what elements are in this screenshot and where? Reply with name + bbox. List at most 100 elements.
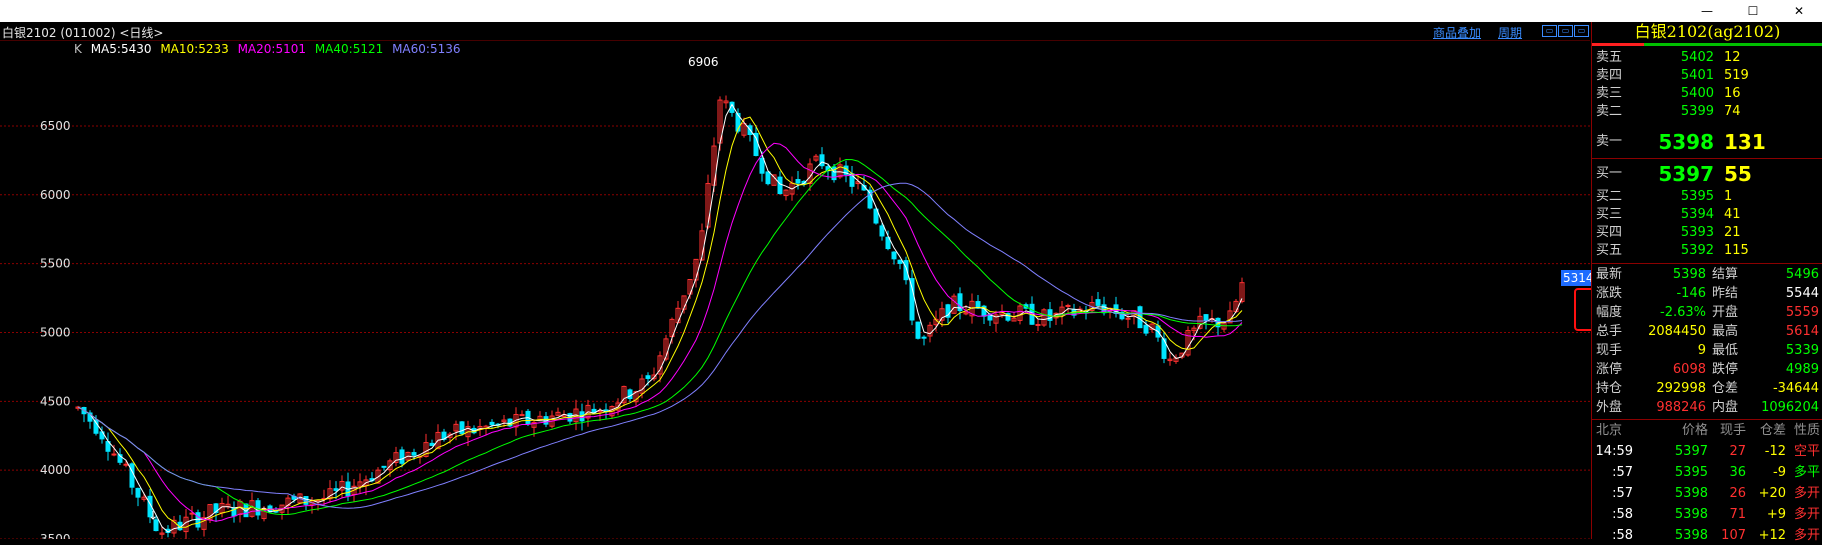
stat-row: 涨停 6098 跌停 4989 (1592, 360, 1822, 379)
stat-value-2: 5339 (1785, 343, 1819, 358)
stat-label-2: 最高 (1712, 324, 1739, 339)
trade-oi: +12 (1758, 528, 1786, 543)
trade-vol: 26 (1729, 486, 1746, 501)
stat-value: -2.63% (1660, 305, 1706, 320)
candle (429, 442, 435, 447)
bid-label: 买四 (1596, 225, 1623, 240)
candle (897, 259, 903, 264)
trade-vol: 107 (1721, 528, 1746, 543)
high-annotation: 6906 (688, 55, 719, 69)
candle (1035, 323, 1041, 326)
stat-label-2: 内盘 (1712, 400, 1739, 415)
period-link[interactable]: 周期 (1498, 24, 1522, 41)
maximize-button[interactable]: ☐ (1730, 0, 1776, 22)
trade-oi: -12 (1764, 444, 1786, 459)
close-button[interactable]: ✕ (1776, 0, 1822, 22)
candle (489, 421, 495, 426)
candle (255, 500, 261, 516)
trade-time: 14:59 (1595, 444, 1633, 459)
stat-label-2: 昨结 (1712, 286, 1739, 301)
stat-label: 持仓 (1596, 381, 1623, 396)
ask-row: 卖二 5399 74 (1592, 102, 1822, 121)
zoom-in-icon[interactable]: ▭ (1558, 25, 1573, 37)
y-tick-label: 3500 (40, 532, 71, 539)
ask-row: 卖三 5400 16 (1592, 84, 1822, 103)
stat-label-2: 结算 (1712, 267, 1739, 282)
trade-oi: +20 (1758, 486, 1786, 501)
stat-value: 9 (1697, 343, 1706, 358)
ma-line-ma40 (77, 158, 1243, 515)
candle (459, 421, 465, 435)
candle (135, 487, 141, 498)
ma-line-ma10 (77, 116, 1243, 528)
trade-time: :58 (1612, 528, 1633, 543)
candle (411, 452, 417, 456)
trade-price: 5398 (1674, 486, 1708, 501)
stat-value: 988246 (1656, 400, 1706, 415)
ask-row: 卖五 5402 12 (1592, 48, 1822, 67)
stat-label: 现手 (1596, 343, 1623, 358)
candle (1095, 299, 1101, 306)
instrument-title: 白银2102 (011002) <日线> (2, 26, 164, 40)
stat-label: 总手 (1596, 324, 1623, 339)
trade-price: 5398 (1674, 528, 1708, 543)
candle (1143, 324, 1149, 334)
trade-price: 5398 (1674, 507, 1708, 522)
stat-row: 现手 9 最低 5339 (1592, 341, 1822, 360)
stat-value-2: 1096204 (1761, 400, 1819, 415)
bid-row: 买四 5393 21 (1592, 223, 1822, 242)
quote-title: 白银2102(ag2102) (1634, 22, 1781, 41)
ask-price: 5401 (1680, 68, 1714, 83)
candlestick-chart[interactable]: 6500 6000 5500 5000 4500 4000 3500 6906 ↓ (0, 40, 1590, 539)
trades-oi-h: 仓差 (1759, 423, 1786, 438)
ask1-volume: 131 (1724, 130, 1766, 154)
bid-label: 买五 (1596, 243, 1623, 258)
ask-volume: 16 (1724, 86, 1741, 101)
trade-nature: 多开 (1793, 507, 1820, 522)
bid-label: 买二 (1596, 189, 1623, 204)
zoom-out-icon[interactable]: ▭ (1542, 25, 1557, 37)
trade-row: :58 5398 107 +12 多开 (1592, 526, 1822, 545)
stat-label: 最新 (1596, 267, 1623, 282)
candle (1203, 314, 1209, 322)
stat-row: 持仓 292998 仓差 -34644 (1592, 379, 1822, 398)
stat-row: 总手 2084450 最高 5614 (1592, 322, 1822, 341)
bid-price: 5392 (1680, 243, 1714, 258)
stat-value: 2084450 (1648, 324, 1706, 339)
chart-toolbar: 白银2102 (011002) <日线> 商品叠加 周期 ▭ ▭ ▭ ▭ (0, 22, 1822, 40)
stat-label-2: 仓差 (1712, 381, 1739, 396)
bid-volume: 21 (1724, 225, 1741, 240)
stat-value-2: 4989 (1785, 362, 1819, 377)
stat-value: 5398 (1672, 267, 1706, 282)
minimize-button[interactable]: — (1684, 0, 1730, 22)
candle (1065, 304, 1071, 307)
trade-price: 5397 (1674, 444, 1708, 459)
quote-bar-green (1644, 43, 1822, 46)
trades-vol-h: 现手 (1719, 423, 1746, 438)
stat-value-2: 5496 (1785, 267, 1819, 282)
ask-label: 卖四 (1596, 68, 1623, 83)
bid-row: 买五 5392 115 (1592, 241, 1822, 260)
trade-nature: 多开 (1793, 528, 1820, 543)
candle (891, 251, 897, 260)
layout-icon[interactable]: ▭ (1574, 25, 1589, 37)
candle (765, 171, 771, 185)
trade-row: :58 5398 71 +9 多开 (1592, 505, 1822, 524)
ask-price: 5400 (1680, 86, 1714, 101)
bid-price: 5394 (1680, 207, 1714, 222)
candle (903, 260, 909, 281)
trade-time: :57 (1612, 486, 1633, 501)
stat-row: 幅度 -2.63% 开盘 5559 (1592, 303, 1822, 322)
candle (777, 176, 783, 195)
candle (921, 336, 927, 339)
candle (1125, 317, 1131, 320)
trade-time: :58 (1612, 507, 1633, 522)
stat-label-2: 跌停 (1712, 362, 1739, 377)
candle (399, 449, 405, 464)
bid-volume: 115 (1724, 243, 1749, 258)
ma-line-ma5 (77, 103, 1243, 533)
candle (759, 158, 765, 174)
ask-label: 卖二 (1596, 104, 1623, 119)
overlay-link[interactable]: 商品叠加 (1433, 24, 1481, 41)
trade-nature: 空平 (1793, 444, 1820, 459)
